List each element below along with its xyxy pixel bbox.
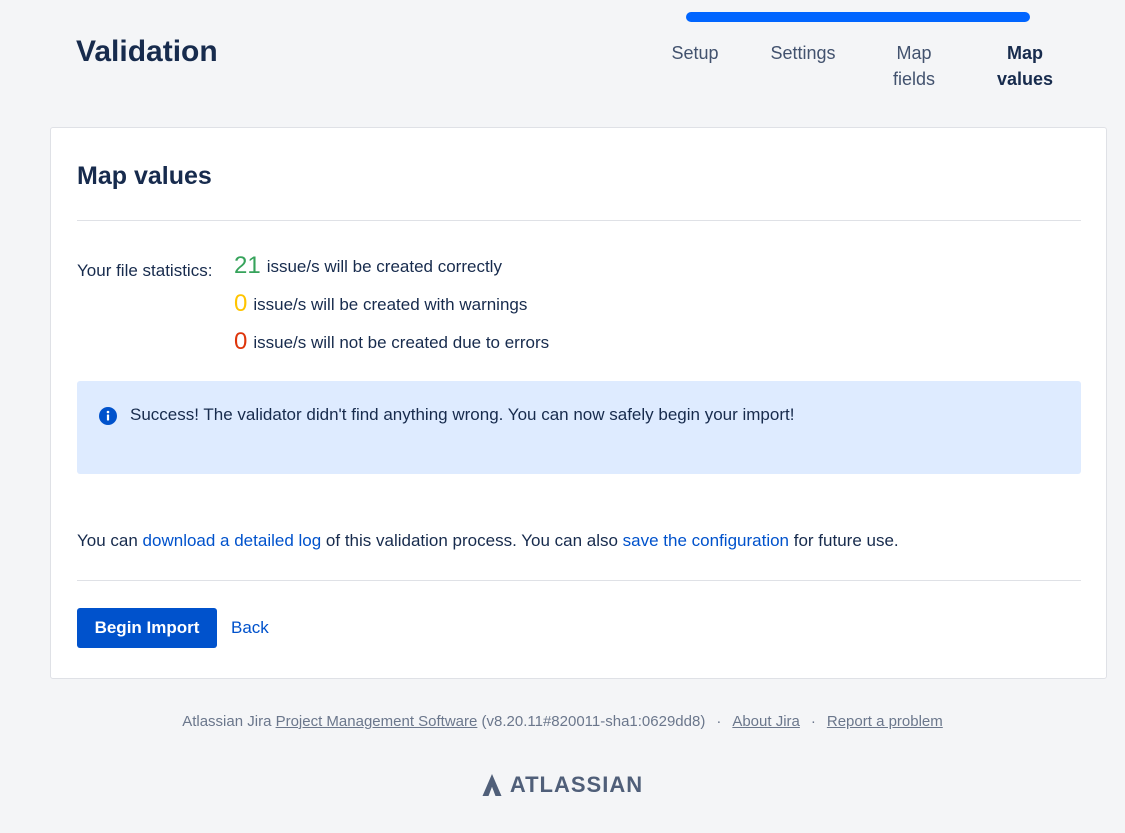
message-text: Success! The validator didn't find anyth… (130, 405, 795, 424)
divider (77, 580, 1081, 581)
download-log-link[interactable]: download a detailed log (143, 531, 322, 550)
stat-created: 21 issue/s will be created correctly (234, 254, 502, 279)
product-link[interactable]: Project Management Software (276, 713, 478, 730)
stat-created-text: issue/s will be created correctly (266, 257, 502, 276)
step-setup[interactable]: Setup (640, 40, 750, 66)
begin-import-button[interactable]: Begin Import (77, 608, 217, 648)
info-icon (99, 407, 117, 425)
wizard-steps: Setup Settings Map fields Map values (640, 40, 1080, 100)
atlassian-brand: ATLASSIAN (0, 771, 1125, 799)
footer-separator: · (716, 713, 722, 730)
stat-errors-count: 0 (234, 328, 248, 355)
divider (77, 220, 1081, 221)
page-title: Validation (76, 35, 218, 68)
step-label-line2: fields (892, 69, 936, 89)
stat-warnings-text: issue/s will be created with warnings (253, 295, 528, 314)
step-label: Map (896, 43, 932, 63)
footer-prefix: Atlassian Jira (182, 713, 276, 730)
stat-errors: 0 issue/s will not be created due to erro… (234, 330, 549, 355)
log-middle: of this validation process. You can also (321, 531, 623, 550)
footer-separator: · (810, 713, 816, 730)
validation-card: Map values Your file statistics: 21 issue… (50, 127, 1107, 679)
save-configuration-link[interactable]: save the configuration (623, 531, 789, 550)
step-label: Settings (770, 43, 836, 63)
stat-warnings-count: 0 (234, 290, 248, 317)
progress-bar (686, 12, 1030, 22)
step-settings[interactable]: Settings (748, 40, 858, 66)
step-label: Setup (671, 43, 719, 63)
step-map-fields[interactable]: Map fields (859, 40, 969, 92)
step-label: Map (1007, 43, 1043, 63)
about-jira-link[interactable]: About Jira (732, 713, 800, 730)
footer: Atlassian Jira Project Management Softwa… (0, 711, 1125, 733)
log-prefix: You can (77, 531, 143, 550)
log-suffix: for future use. (789, 531, 899, 550)
stats-label: Your file statistics: (77, 261, 213, 280)
stat-errors-text: issue/s will not be created due to error… (253, 333, 550, 352)
back-link[interactable]: Back (231, 616, 269, 640)
card-title: Map values (77, 162, 212, 190)
brand-text: ATLASSIAN (509, 772, 644, 797)
footer-version: (v8.20.11#820011-sha1:0629dd8) (477, 713, 706, 730)
report-problem-link[interactable]: Report a problem (827, 713, 943, 730)
log-line: You can download a detailed log of this … (77, 529, 899, 553)
success-message: Success! The validator didn't find anyth… (77, 381, 1081, 474)
atlassian-logo-icon (482, 774, 502, 796)
stat-warnings: 0 issue/s will be created with warnings (234, 292, 527, 317)
step-label-line2: values (996, 69, 1054, 89)
step-map-values: Map values (970, 40, 1080, 92)
page: Validation Setup Settings Map fields Map… (0, 0, 1125, 833)
stat-created-count: 21 (234, 252, 261, 279)
